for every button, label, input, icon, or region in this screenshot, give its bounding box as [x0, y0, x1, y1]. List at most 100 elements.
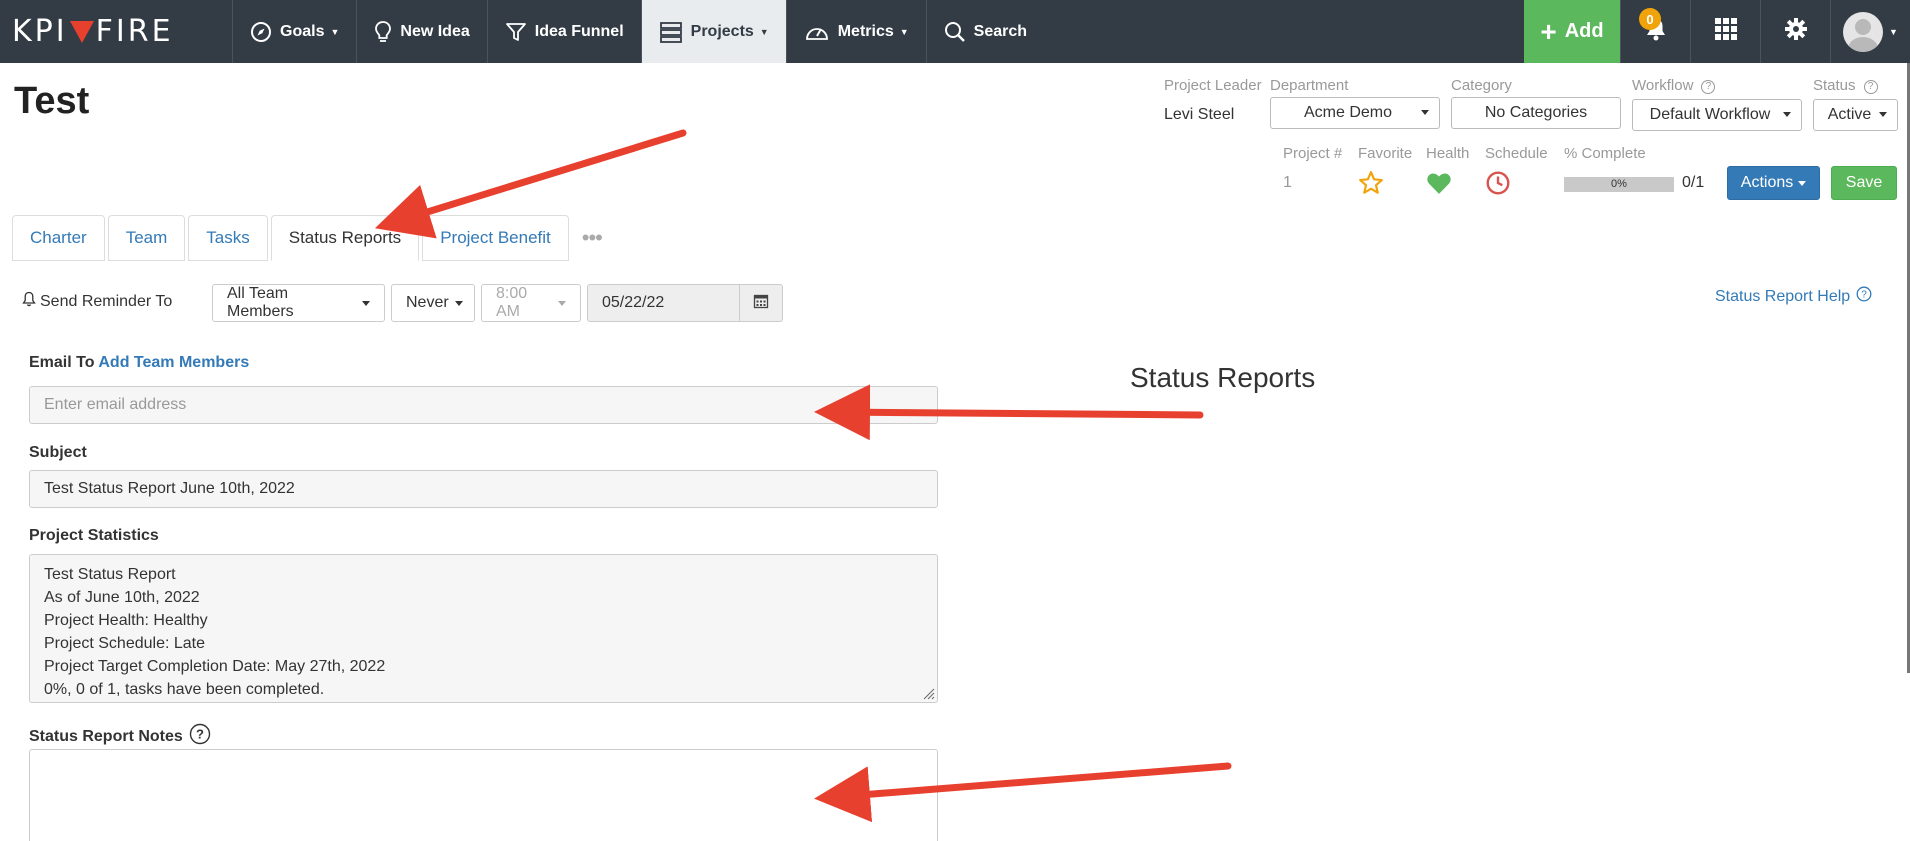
settings-button[interactable]	[1760, 0, 1830, 63]
star-icon[interactable]	[1358, 170, 1384, 201]
apps-grid-button[interactable]	[1690, 0, 1760, 63]
compass-icon	[250, 21, 272, 43]
tab-status-reports[interactable]: Status Reports	[270, 215, 420, 261]
status-report-help-link[interactable]: Status Report Help ?	[1715, 286, 1872, 307]
save-button[interactable]: Save	[1831, 166, 1897, 200]
help-circle-icon[interactable]: ?	[189, 723, 211, 750]
project-statistics-textarea[interactable]: Test Status Report As of June 10th, 2022…	[29, 554, 938, 703]
status-report-help-label: Status Report Help	[1715, 287, 1851, 305]
notification-count-badge: 0	[1639, 8, 1661, 30]
project-tabs: Charter Team Tasks Status Reports Projec…	[12, 215, 603, 261]
chevron-down-icon: ▼	[330, 26, 340, 37]
favorite-label: Favorite	[1358, 145, 1413, 162]
help-icon[interactable]: ?	[1863, 79, 1878, 94]
nav-metrics-label: Metrics	[837, 22, 894, 40]
status-select[interactable]: Active	[1813, 99, 1898, 131]
email-to-label-wrap: Email To Add Team Members	[29, 354, 249, 372]
help-icon[interactable]: ?	[1701, 79, 1716, 94]
user-menu[interactable]: ▼	[1830, 0, 1910, 63]
gauge-icon	[804, 21, 830, 43]
status-label-wrap: Status?	[1813, 77, 1878, 94]
nav-search-label: Search	[973, 22, 1028, 40]
nav-idea-funnel[interactable]: Idea Funnel	[488, 0, 642, 63]
stats-line: Project Schedule: Late	[44, 635, 205, 652]
nav-search[interactable]: Search	[927, 0, 1044, 63]
plus-icon: +	[1540, 15, 1557, 47]
top-navigation-bar: KPI FIRE Goals ▼ New Idea Idea Funnel Pr…	[0, 0, 1910, 63]
department-label: Department	[1270, 77, 1349, 94]
health-label: Health	[1426, 145, 1470, 162]
subject-input[interactable]: Test Status Report June 10th, 2022	[29, 470, 938, 508]
kpifire-logo[interactable]: KPI FIRE	[0, 0, 233, 63]
send-reminder: Send Reminder To	[22, 291, 172, 312]
percent-complete-label: % Complete	[1564, 145, 1646, 162]
workflow-label-wrap: Workflow?	[1632, 77, 1716, 94]
heart-icon[interactable]	[1426, 171, 1452, 200]
clock-icon[interactable]	[1485, 170, 1511, 201]
nav-new-idea-label: New Idea	[400, 22, 470, 40]
chevron-down-icon: ▼	[899, 26, 909, 37]
status-report-notes-textarea[interactable]	[29, 749, 938, 841]
calendar-icon	[753, 293, 769, 314]
nav-right-group: + Add 0 ▼	[1524, 0, 1910, 63]
chevron-down-icon	[1879, 112, 1887, 117]
grid-icon	[1714, 17, 1738, 46]
calendar-button[interactable]	[739, 284, 783, 322]
chevron-down-icon	[362, 300, 370, 306]
email-to-label: Email To	[29, 354, 95, 371]
add-team-members-link[interactable]: Add Team Members	[98, 354, 249, 371]
tab-charter[interactable]: Charter	[12, 215, 105, 261]
send-reminder-label: Send Reminder To	[40, 292, 173, 310]
logo-text-left: KPI	[12, 14, 68, 49]
chevron-down-icon	[1798, 180, 1807, 186]
reminder-recipients-value: All Team Members	[227, 285, 294, 320]
chevron-down-icon: ▼	[759, 26, 769, 37]
status-value: Active	[1827, 106, 1872, 123]
nav-metrics[interactable]: Metrics ▼	[787, 0, 927, 63]
reminder-time-select[interactable]: 8:00 AM	[481, 284, 581, 322]
notifications-button[interactable]: 0	[1620, 0, 1690, 63]
nav-goals-label: Goals	[280, 22, 325, 40]
project-leader-label: Project Leader	[1164, 77, 1262, 94]
tab-project-benefit[interactable]: Project Benefit	[422, 215, 569, 261]
tab-tasks[interactable]: Tasks	[188, 215, 268, 261]
workflow-select[interactable]: Default Workflow	[1632, 99, 1802, 131]
tab-team[interactable]: Team	[107, 215, 186, 261]
nav-new-idea[interactable]: New Idea	[357, 0, 488, 63]
workflow-label: Workflow	[1632, 77, 1694, 94]
project-number-value: 1	[1283, 174, 1292, 191]
stats-line: 0%, 0 of 1, tasks have been completed.	[44, 681, 325, 698]
arrow-to-status-reports-tab	[374, 129, 687, 239]
bell-outline-icon	[22, 291, 36, 312]
nav-goals[interactable]: Goals ▼	[233, 0, 358, 63]
stats-line: Test Status Report	[44, 566, 176, 583]
category-select[interactable]: No Categories	[1451, 97, 1621, 129]
reminder-date-value: 05/22/22	[602, 294, 665, 311]
search-icon	[944, 21, 966, 43]
status-report-notes-label-wrap: Status Report Notes ?	[29, 723, 211, 750]
project-leader-value: Levi Steel	[1164, 106, 1235, 123]
reminder-date-input[interactable]: 05/22/22	[587, 284, 740, 322]
stats-line: As of June 10th, 2022	[44, 589, 200, 606]
nav-projects[interactable]: Projects ▼	[641, 0, 787, 63]
subject-label: Subject	[29, 444, 87, 461]
reminder-frequency-value: Never	[406, 294, 449, 311]
category-value: No Categories	[1484, 104, 1588, 121]
more-tabs-icon[interactable]: •••	[582, 225, 603, 251]
percent-complete-progress-bar: 0%	[1564, 177, 1674, 192]
logo-flame-icon	[69, 20, 94, 43]
svg-text:?: ?	[196, 727, 204, 742]
reminder-recipients-select[interactable]: All Team Members	[212, 284, 385, 322]
server-stack-icon	[659, 21, 683, 43]
resize-grip-icon[interactable]	[921, 686, 935, 700]
actions-button[interactable]: Actions	[1727, 166, 1820, 200]
email-input[interactable]	[29, 386, 938, 424]
reminder-frequency-select[interactable]: Never	[391, 284, 475, 322]
department-value: Acme Demo	[1303, 104, 1393, 121]
funnel-icon	[505, 21, 527, 43]
tasks-ratio: 0/1	[1682, 174, 1705, 191]
department-select[interactable]: Acme Demo	[1270, 97, 1440, 129]
add-button[interactable]: + Add	[1524, 0, 1620, 63]
svg-text:?: ?	[1861, 290, 1867, 301]
annotation-heading: Status Reports	[1130, 362, 1316, 393]
